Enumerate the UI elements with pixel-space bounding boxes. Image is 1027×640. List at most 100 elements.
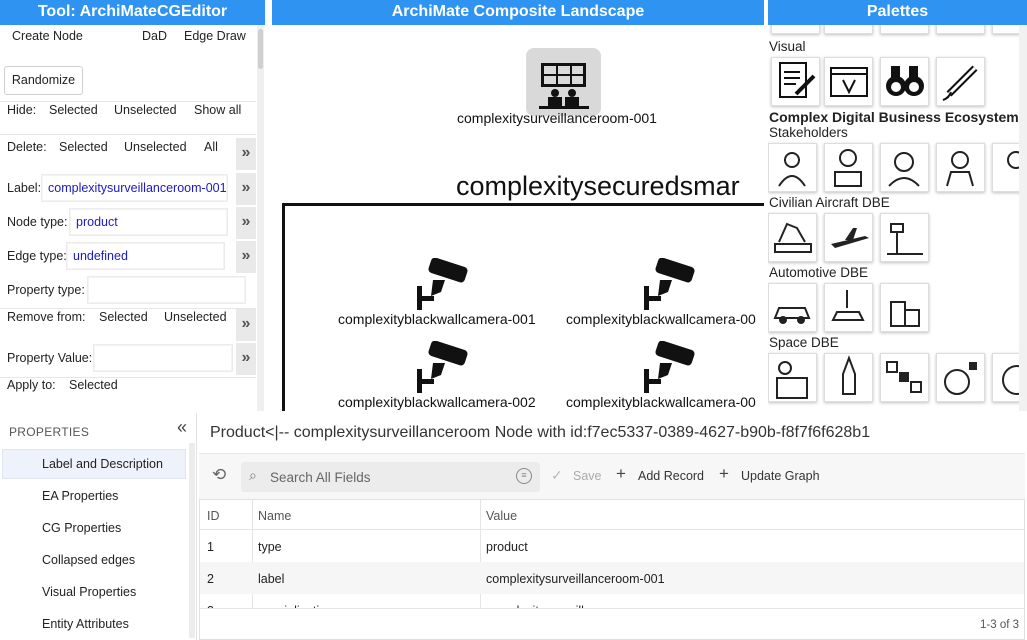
stakeholder-icon[interactable]	[880, 143, 929, 192]
nav-collapsed-edges[interactable]: Collapsed edges	[42, 553, 135, 567]
delete-label: Delete:	[7, 140, 47, 154]
pagination-count: 1-3 of 3	[980, 619, 1019, 631]
surveillance-room-node[interactable]	[526, 48, 601, 116]
palette-civilian-title: Civilian Aircraft DBE	[769, 195, 890, 210]
palette-automotive-title: Automotive DBE	[769, 265, 869, 280]
search-input[interactable]: Search All Fields	[270, 470, 371, 485]
add-icon: +	[719, 464, 729, 483]
palette-visual-title: Visual	[769, 39, 806, 54]
palette-item[interactable]	[936, 25, 985, 34]
airport-tower-icon[interactable]	[880, 213, 929, 262]
palette-item[interactable]	[824, 25, 873, 34]
cell-value[interactable]: product	[486, 540, 528, 554]
property-value-chevron-icon[interactable]: »	[236, 343, 256, 375]
satellite-icon[interactable]	[880, 353, 929, 402]
view-window-icon[interactable]	[824, 57, 873, 106]
property-type-input[interactable]	[87, 276, 246, 304]
remove-unselected-button[interactable]: Unselected	[164, 310, 227, 324]
stakeholder-icon[interactable]	[936, 143, 985, 192]
nav-cg-properties[interactable]: CG Properties	[42, 521, 121, 535]
stakeholder-icon[interactable]	[768, 143, 817, 192]
table-row[interactable]	[200, 530, 1024, 562]
dad-button[interactable]: DaD	[142, 29, 167, 43]
save-button[interactable]: Save	[573, 469, 602, 483]
filter-icon[interactable]: ≡	[516, 468, 532, 484]
delete-selected-button[interactable]: Selected	[59, 140, 108, 154]
aircraft-assembly-icon[interactable]	[768, 213, 817, 262]
airplane-icon[interactable]	[824, 213, 873, 262]
column-header-id[interactable]: ID	[207, 509, 220, 523]
palette-item[interactable]	[880, 25, 929, 34]
edge-type-input[interactable]: undefined	[66, 242, 225, 270]
add-icon: +	[616, 464, 626, 483]
palette-item[interactable]	[771, 25, 820, 34]
apply-to-label: Apply to:	[7, 378, 56, 392]
palette-cdbe-title: Complex Digital Business Ecosystem	[769, 109, 1019, 125]
stakeholder-icon[interactable]	[824, 143, 873, 192]
space-factory-icon[interactable]	[768, 353, 817, 402]
landscape-canvas[interactable]: complexitysurveillanceroom-001 complexit…	[272, 25, 764, 411]
cell-name: label	[258, 572, 285, 586]
hide-selected-button[interactable]: Selected	[49, 103, 98, 117]
pen-icon[interactable]	[936, 57, 985, 106]
tool-header: Tool: ArchiMateCGEditor	[0, 0, 265, 25]
column-header-value[interactable]: Value	[486, 509, 517, 523]
camera-node-3[interactable]	[415, 340, 471, 398]
connected-car-icon[interactable]	[768, 283, 817, 332]
camera-node-1[interactable]	[415, 257, 471, 315]
cell-name: type	[258, 540, 282, 554]
nav-label-description[interactable]: Label and Description	[42, 457, 163, 471]
randomize-button[interactable]: Randomize	[4, 66, 83, 95]
delete-unselected-button[interactable]: Unselected	[124, 140, 187, 154]
nav-entity-attributes[interactable]: Entity Attributes	[42, 617, 129, 631]
remove-selected-button[interactable]: Selected	[99, 310, 148, 324]
earth-satellite-icon[interactable]	[936, 353, 985, 402]
property-value-label: Property Value:	[7, 351, 93, 365]
column-header-name[interactable]: Name	[258, 509, 291, 523]
nav-scrollbar[interactable]	[189, 443, 195, 638]
property-value-input[interactable]	[93, 344, 233, 372]
collapse-properties-icon[interactable]: «	[177, 417, 187, 438]
smart-building-icon[interactable]	[880, 283, 929, 332]
search-icon: ⌕	[249, 467, 257, 483]
apply-selected-button[interactable]: Selected	[69, 378, 118, 392]
hide-label: Hide:	[7, 103, 37, 117]
node-type-input[interactable]: product	[69, 208, 228, 236]
camera-icon	[417, 257, 468, 310]
rocket-launch-icon[interactable]	[824, 353, 873, 402]
remove-chevron-icon[interactable]: »	[236, 309, 256, 341]
camera-icon	[644, 340, 695, 393]
camera-node-2[interactable]	[642, 257, 698, 315]
remove-from-label: Remove from:	[7, 310, 86, 324]
document-edit-icon[interactable]	[771, 57, 820, 106]
car-factory-icon[interactable]	[824, 283, 873, 332]
show-all-button[interactable]: Show all	[194, 103, 241, 117]
edge-draw-button[interactable]: Edge Draw	[184, 29, 246, 43]
data-grid: ID Name Value 1 type product 2 label com…	[199, 499, 1025, 640]
label-input[interactable]: complexitysurveillanceroom-001	[41, 174, 228, 202]
camera-node-4[interactable]	[642, 340, 698, 398]
properties-title: PROPERTIES	[9, 425, 90, 439]
nav-visual-properties[interactable]: Visual Properties	[42, 585, 136, 599]
add-record-button[interactable]: Add Record	[638, 469, 704, 483]
palette-stakeholders-title: Stakeholders	[769, 125, 848, 140]
edge-type-chevron-icon[interactable]: »	[236, 241, 256, 273]
delete-chevron-icon[interactable]: »	[236, 138, 256, 170]
binoculars-icon[interactable]	[880, 57, 929, 106]
palettes-scrollbar[interactable]	[1019, 25, 1027, 411]
delete-all-button[interactable]: All	[204, 140, 218, 154]
tool-scrollbar[interactable]	[257, 25, 264, 411]
search-box[interactable]: ⌕ Search All Fields ≡	[241, 462, 540, 492]
camera-label-3: complexityblackwallcamera-002	[338, 394, 536, 410]
cell-value[interactable]: complexitysurveillanceroom-001	[486, 572, 665, 586]
node-type-chevron-icon[interactable]: »	[236, 207, 256, 239]
update-graph-button[interactable]: Update Graph	[741, 469, 820, 483]
surveillance-room-label: complexitysurveillanceroom-001	[457, 110, 657, 126]
camera-icon	[644, 257, 695, 310]
label-chevron-icon[interactable]: »	[236, 173, 256, 205]
camera-label-1: complexityblackwallcamera-001	[338, 311, 536, 327]
nav-ea-properties[interactable]: EA Properties	[42, 489, 118, 503]
hide-unselected-button[interactable]: Unselected	[114, 103, 177, 117]
create-node-button[interactable]: Create Node	[12, 29, 83, 43]
refresh-icon[interactable]: ⟲	[212, 465, 226, 485]
